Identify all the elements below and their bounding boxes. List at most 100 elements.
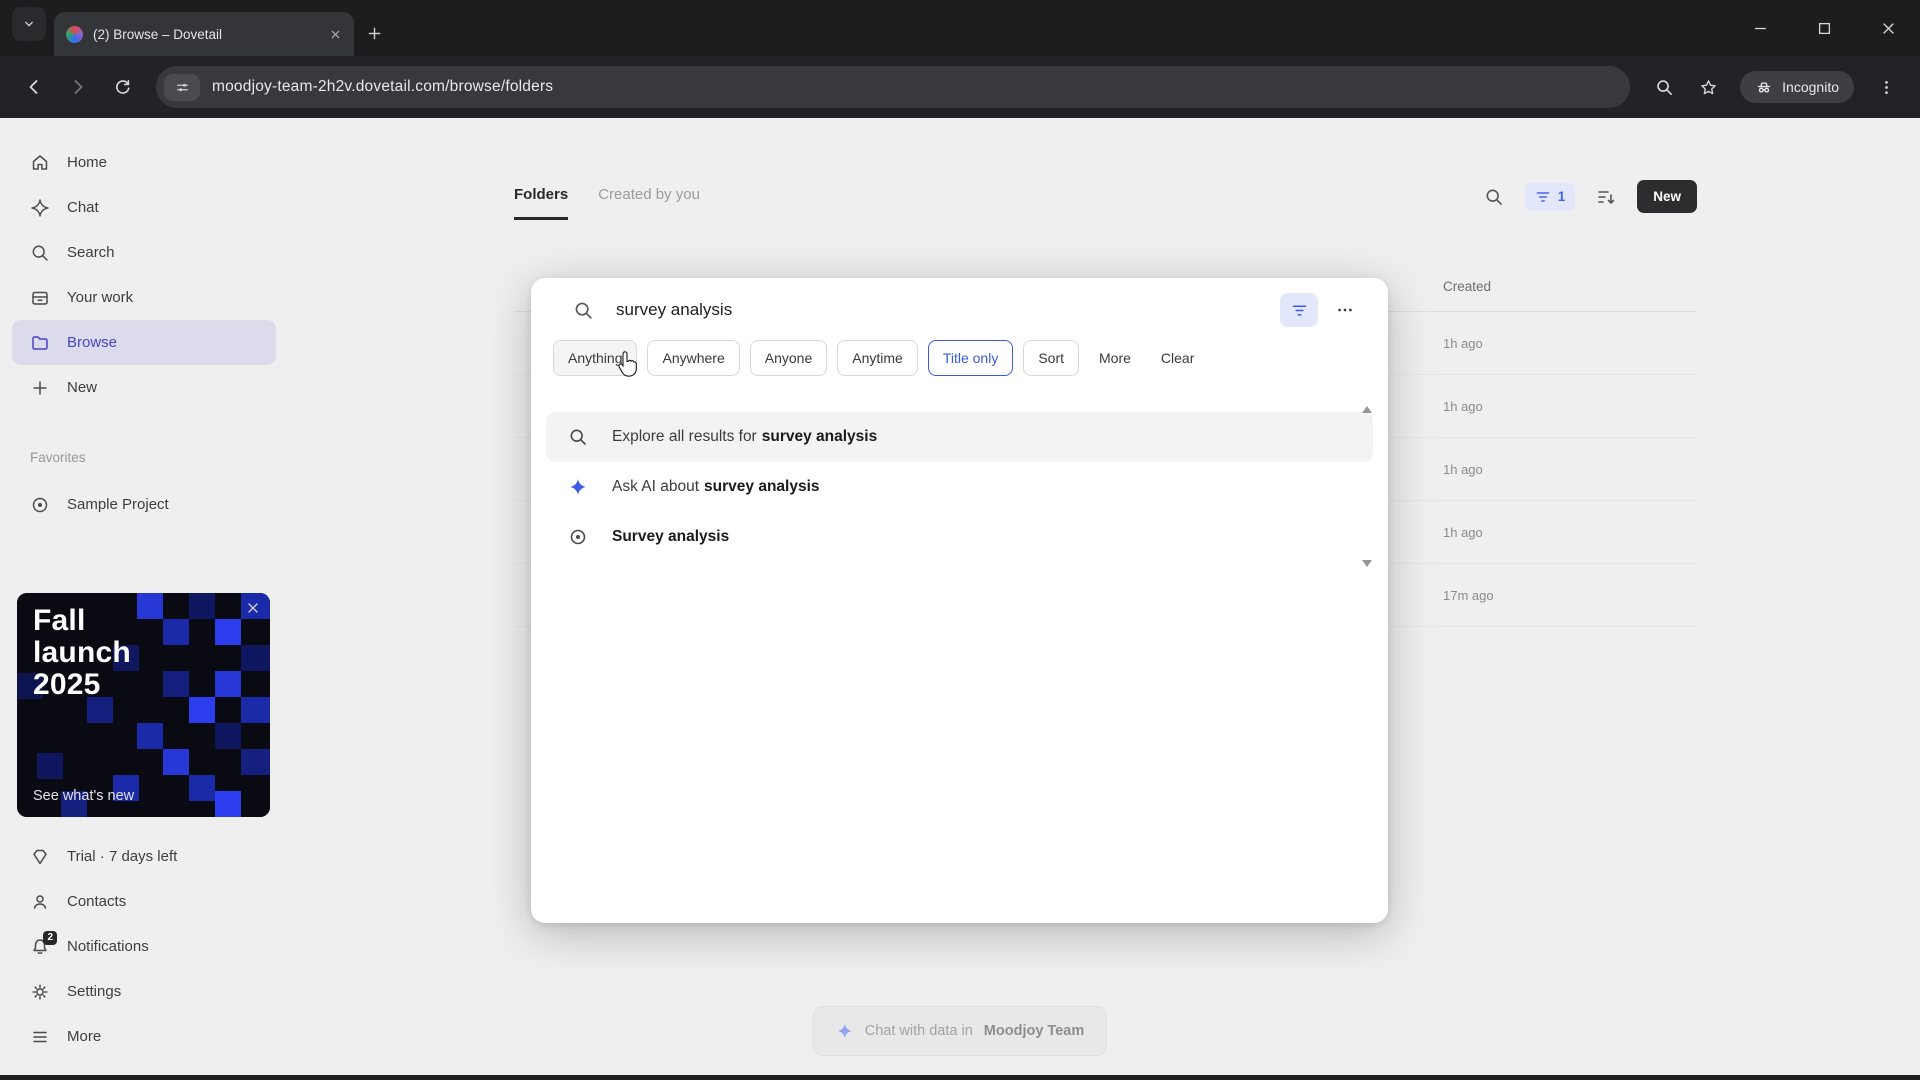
- window-bottom-edge: [0, 1075, 1920, 1080]
- browser-tab[interactable]: (2) Browse – Dovetail: [54, 12, 354, 56]
- search-icon: [30, 243, 50, 263]
- sidebar-item-label: Home: [67, 154, 108, 171]
- window-maximize-button[interactable]: [1792, 0, 1856, 56]
- created-cell: 1h ago: [1443, 461, 1483, 477]
- site-info-icon[interactable]: [164, 73, 200, 101]
- chip-anytime[interactable]: Anytime: [837, 340, 918, 376]
- chip-sort[interactable]: Sort: [1023, 340, 1080, 376]
- reload-button[interactable]: [102, 67, 142, 107]
- chip-clear[interactable]: Clear: [1150, 340, 1205, 376]
- incognito-label: Incognito: [1782, 79, 1839, 95]
- sidebar-item-label: Notifications: [67, 938, 149, 955]
- chat-pill-team: Moodjoy Team: [983, 1023, 1085, 1039]
- bookmark-star-icon[interactable]: [1688, 67, 1728, 107]
- created-column-header: Created: [1443, 279, 1492, 294]
- sidebar-item-browse[interactable]: Browse: [12, 320, 276, 365]
- sparkle-icon: [568, 477, 588, 497]
- tab-close-icon[interactable]: [329, 28, 342, 41]
- tab-folders[interactable]: Folders: [514, 186, 569, 220]
- window-minimize-button[interactable]: [1728, 0, 1792, 56]
- sidebar-item-new[interactable]: New: [12, 365, 276, 410]
- menu-icon: [30, 1027, 50, 1047]
- banner-link[interactable]: See what's new: [33, 788, 134, 804]
- app-sidebar: Home Chat Search Your work Browse New Fa…: [0, 118, 288, 1080]
- sidebar-item-trial[interactable]: Trial · 7 days left: [12, 834, 276, 879]
- sidebar-item-more[interactable]: More: [12, 1014, 276, 1059]
- sidebar-item-sample-project[interactable]: Sample Project: [12, 482, 276, 527]
- browser-tabstrip: (2) Browse – Dovetail: [0, 0, 1920, 56]
- forward-button[interactable]: [58, 67, 98, 107]
- home-icon: [30, 153, 50, 173]
- sidebar-item-contacts[interactable]: Contacts: [12, 879, 276, 924]
- sidebar-item-label: Chat: [67, 199, 99, 216]
- window-close-button[interactable]: [1856, 0, 1920, 56]
- result-survey-analysis[interactable]: Survey analysis: [546, 512, 1373, 562]
- fall-launch-banner[interactable]: Fall launch 2025 See what's new: [17, 593, 270, 817]
- sidebar-item-label: Sample Project: [67, 496, 169, 513]
- incognito-badge[interactable]: Incognito: [1740, 71, 1854, 103]
- result-text: Survey analysis: [612, 528, 730, 545]
- chip-more[interactable]: More: [1089, 340, 1141, 376]
- sidebar-item-search[interactable]: Search: [12, 230, 276, 275]
- new-button[interactable]: New: [1637, 180, 1697, 213]
- side-search-icon[interactable]: [1644, 67, 1684, 107]
- sort-icon[interactable]: [1595, 186, 1617, 208]
- tab-created-by-you[interactable]: Created by you: [598, 186, 700, 217]
- chat-with-data-button[interactable]: Chat with data in Moodjoy Team: [812, 1006, 1108, 1056]
- search-icon[interactable]: [1483, 186, 1505, 208]
- plus-icon: [30, 378, 50, 398]
- window-controls: [1728, 0, 1920, 56]
- browser-menu-icon[interactable]: [1866, 67, 1906, 107]
- back-button[interactable]: [14, 67, 54, 107]
- new-tab-button[interactable]: [366, 25, 383, 42]
- search-icon: [573, 300, 594, 321]
- modal-more-options-icon[interactable]: [1328, 293, 1362, 327]
- result-explore-all[interactable]: Explore all results for survey analysis: [546, 412, 1373, 462]
- modal-search-input[interactable]: [616, 300, 1280, 320]
- banner-close-icon[interactable]: [247, 602, 259, 614]
- sidebar-item-chat[interactable]: Chat: [12, 185, 276, 230]
- search-results-list: Explore all results for survey analysis A…: [531, 412, 1388, 562]
- gem-icon: [30, 847, 50, 867]
- sidebar-item-label: Settings: [67, 983, 122, 1000]
- sidebar-item-label: More: [67, 1028, 102, 1045]
- filter-count: 1: [1557, 189, 1566, 204]
- favorites-header: Favorites: [30, 450, 86, 465]
- target-icon: [568, 527, 588, 547]
- browser-toolbar: moodjoy-team-2h2v.dovetail.com/browse/fo…: [0, 56, 1920, 118]
- target-icon: [30, 495, 50, 515]
- scroll-down-arrow[interactable]: [1362, 560, 1372, 567]
- gear-icon: [30, 982, 50, 1002]
- result-text: Explore all results for survey analysis: [612, 428, 878, 445]
- modal-filter-button[interactable]: [1280, 293, 1318, 327]
- search-icon: [568, 427, 588, 447]
- sidebar-item-your-work[interactable]: Your work: [12, 275, 276, 320]
- filter-icon: [1292, 304, 1306, 316]
- scroll-up-arrow[interactable]: [1362, 406, 1372, 413]
- sidebar-item-label: Trial · 7 days left: [67, 848, 178, 865]
- url-bar[interactable]: moodjoy-team-2h2v.dovetail.com/browse/fo…: [156, 66, 1631, 108]
- tab-search-chevron-icon[interactable]: [12, 7, 46, 41]
- work-icon: [30, 288, 50, 308]
- filter-chips-row: Anything Anywhere Anyone Anytime Title o…: [531, 328, 1388, 376]
- sparkle-icon: [30, 198, 50, 218]
- sidebar-item-label: Your work: [67, 289, 134, 306]
- sidebar-item-label: New: [67, 379, 98, 396]
- chip-title-only[interactable]: Title only: [927, 340, 1014, 376]
- tab-title: (2) Browse – Dovetail: [93, 26, 223, 42]
- chip-anywhere[interactable]: Anywhere: [647, 340, 740, 376]
- filter-button[interactable]: 1: [1524, 182, 1576, 211]
- chip-anyone[interactable]: Anyone: [749, 340, 828, 376]
- sidebar-item-settings[interactable]: Settings: [12, 969, 276, 1014]
- chip-anything[interactable]: Anything: [553, 340, 638, 376]
- url-text: moodjoy-team-2h2v.dovetail.com/browse/fo…: [212, 78, 554, 95]
- modal-search-row: [531, 278, 1388, 328]
- sidebar-item-home[interactable]: Home: [12, 140, 276, 185]
- sparkle-icon: [836, 1022, 854, 1040]
- banner-title: Fall launch 2025: [33, 604, 131, 702]
- sidebar-footer: Trial · 7 days left Contacts 2 Notificat…: [0, 834, 288, 1059]
- sidebar-item-label: Search: [67, 244, 115, 261]
- sidebar-item-notifications[interactable]: 2 Notifications: [12, 924, 276, 969]
- browse-header: Folders Created by you 1 New: [514, 180, 1697, 220]
- result-ask-ai[interactable]: Ask AI about survey analysis: [546, 462, 1373, 512]
